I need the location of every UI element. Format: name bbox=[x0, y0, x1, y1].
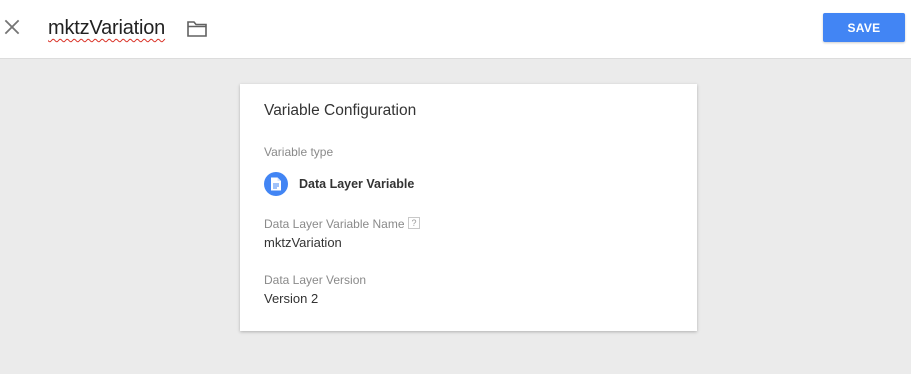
data-layer-version-label: Data Layer Version bbox=[264, 273, 367, 287]
variable-configuration-card[interactable]: Variable Configuration Variable type Dat… bbox=[240, 84, 697, 331]
document-icon bbox=[264, 172, 288, 196]
variable-type-value: Data Layer Variable bbox=[299, 177, 415, 191]
save-button[interactable]: SAVE bbox=[823, 13, 905, 42]
variable-type-label: Variable type bbox=[264, 145, 334, 159]
variable-name-title[interactable]: mktzVariation bbox=[48, 15, 165, 41]
help-icon[interactable]: ? bbox=[408, 217, 420, 229]
close-icon bbox=[4, 19, 20, 35]
data-layer-variable-name-label: Data Layer Variable Name bbox=[264, 217, 405, 231]
card-title: Variable Configuration bbox=[264, 102, 417, 119]
header-bar: mktzVariation SAVE bbox=[0, 0, 911, 59]
folder-icon bbox=[187, 21, 207, 37]
data-layer-variable-name-value: mktzVariation bbox=[264, 235, 342, 250]
data-layer-version-value: Version 2 bbox=[264, 291, 319, 306]
folder-button[interactable] bbox=[186, 19, 208, 39]
close-button[interactable] bbox=[3, 18, 21, 36]
